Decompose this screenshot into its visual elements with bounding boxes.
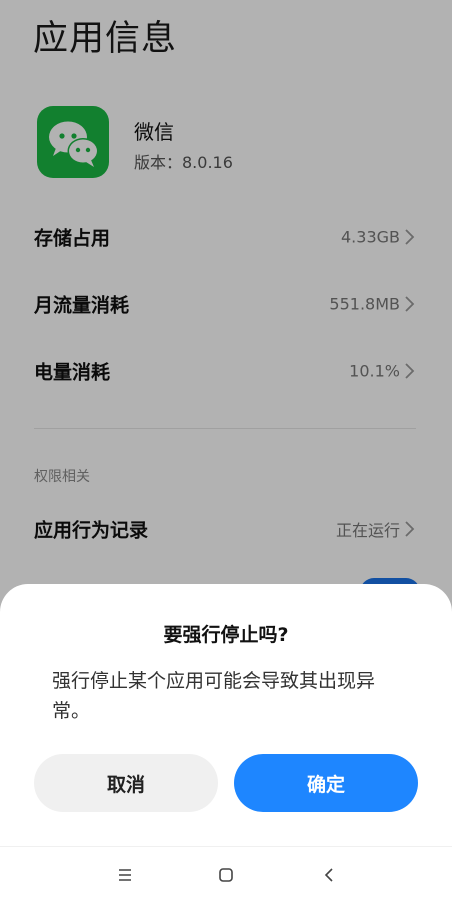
cancel-button[interactable]: 取消: [34, 754, 218, 812]
force-stop-dialog: 要强行停止吗? 强行停止某个应用可能会导致其出现异常。 取消 确定: [0, 584, 452, 907]
app-info-screen: 应用信息 微信 版本：8.0.16 存储占用 4.33GB 月流量消耗 551.…: [0, 0, 452, 907]
menu-icon[interactable]: [113, 863, 137, 887]
dialog-title: 要强行停止吗?: [163, 624, 289, 646]
navigation-bar: [0, 846, 452, 907]
home-icon[interactable]: [214, 863, 238, 887]
dialog-message: 强行停止某个应用可能会导致其出现异常。: [52, 670, 376, 722]
confirm-button[interactable]: 确定: [234, 754, 418, 812]
back-icon[interactable]: [318, 863, 342, 887]
